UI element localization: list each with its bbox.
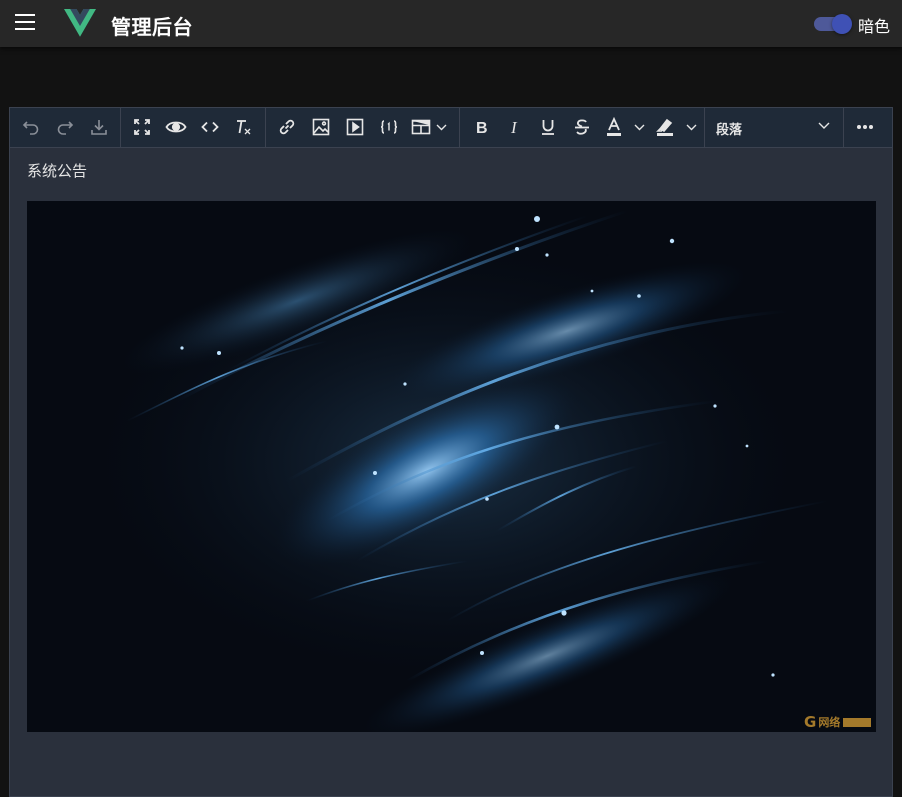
menu-icon[interactable] [15,14,35,30]
italic-icon[interactable]: I [504,112,526,142]
fullscreen-icon[interactable] [131,112,153,142]
toggle-knob [832,14,852,34]
toolbar-divider [265,108,266,147]
table-icon[interactable] [411,112,451,142]
watermark-logo: G 网络 [804,713,874,731]
app-header: 管理后台 暗色 [0,0,902,47]
rich-text-editor: B I 段落 系统公告 G 网络 [9,107,893,797]
watermark-bar [843,717,872,727]
block-format-value: 段落 [716,123,743,138]
watermark-letter: G [804,713,817,731]
watermark-text: 网络 [818,716,841,729]
block-format-select[interactable]: 段落 [705,112,839,142]
editor-content[interactable]: 系统公告 [27,160,87,181]
bold-icon[interactable]: B [470,112,492,142]
font-color-icon[interactable] [605,112,649,142]
vue-logo-icon [64,9,96,37]
more-icon[interactable] [853,112,877,142]
toolbar-divider [843,108,844,147]
code-block-icon[interactable] [378,112,400,142]
content-image[interactable]: G 网络 [27,201,876,732]
preview-icon[interactable] [164,112,188,142]
link-icon[interactable] [276,112,298,142]
highlight-color-icon[interactable] [655,112,701,142]
app-title: 管理后台 [111,15,193,39]
svg-text:I: I [510,118,518,136]
dark-mode-label: 暗色 [858,17,891,36]
image-icon[interactable] [310,112,332,142]
redo-icon[interactable] [54,112,76,142]
light-streaks-image [27,201,876,732]
chevron-down-icon [818,122,830,129]
clear-format-icon[interactable] [232,112,254,142]
undo-icon[interactable] [20,112,42,142]
download-icon[interactable] [88,112,110,142]
video-icon[interactable] [344,112,366,142]
toolbar-divider [459,108,460,147]
toolbar-divider [120,108,121,147]
notice-title: 系统公告 [27,162,88,180]
svg-text:B: B [476,120,488,136]
source-code-icon[interactable] [199,112,221,142]
strikethrough-icon[interactable] [571,112,593,142]
editor-toolbar: B I 段落 [10,108,892,148]
dark-mode-toggle[interactable] [814,12,852,34]
underline-icon[interactable] [537,112,559,142]
